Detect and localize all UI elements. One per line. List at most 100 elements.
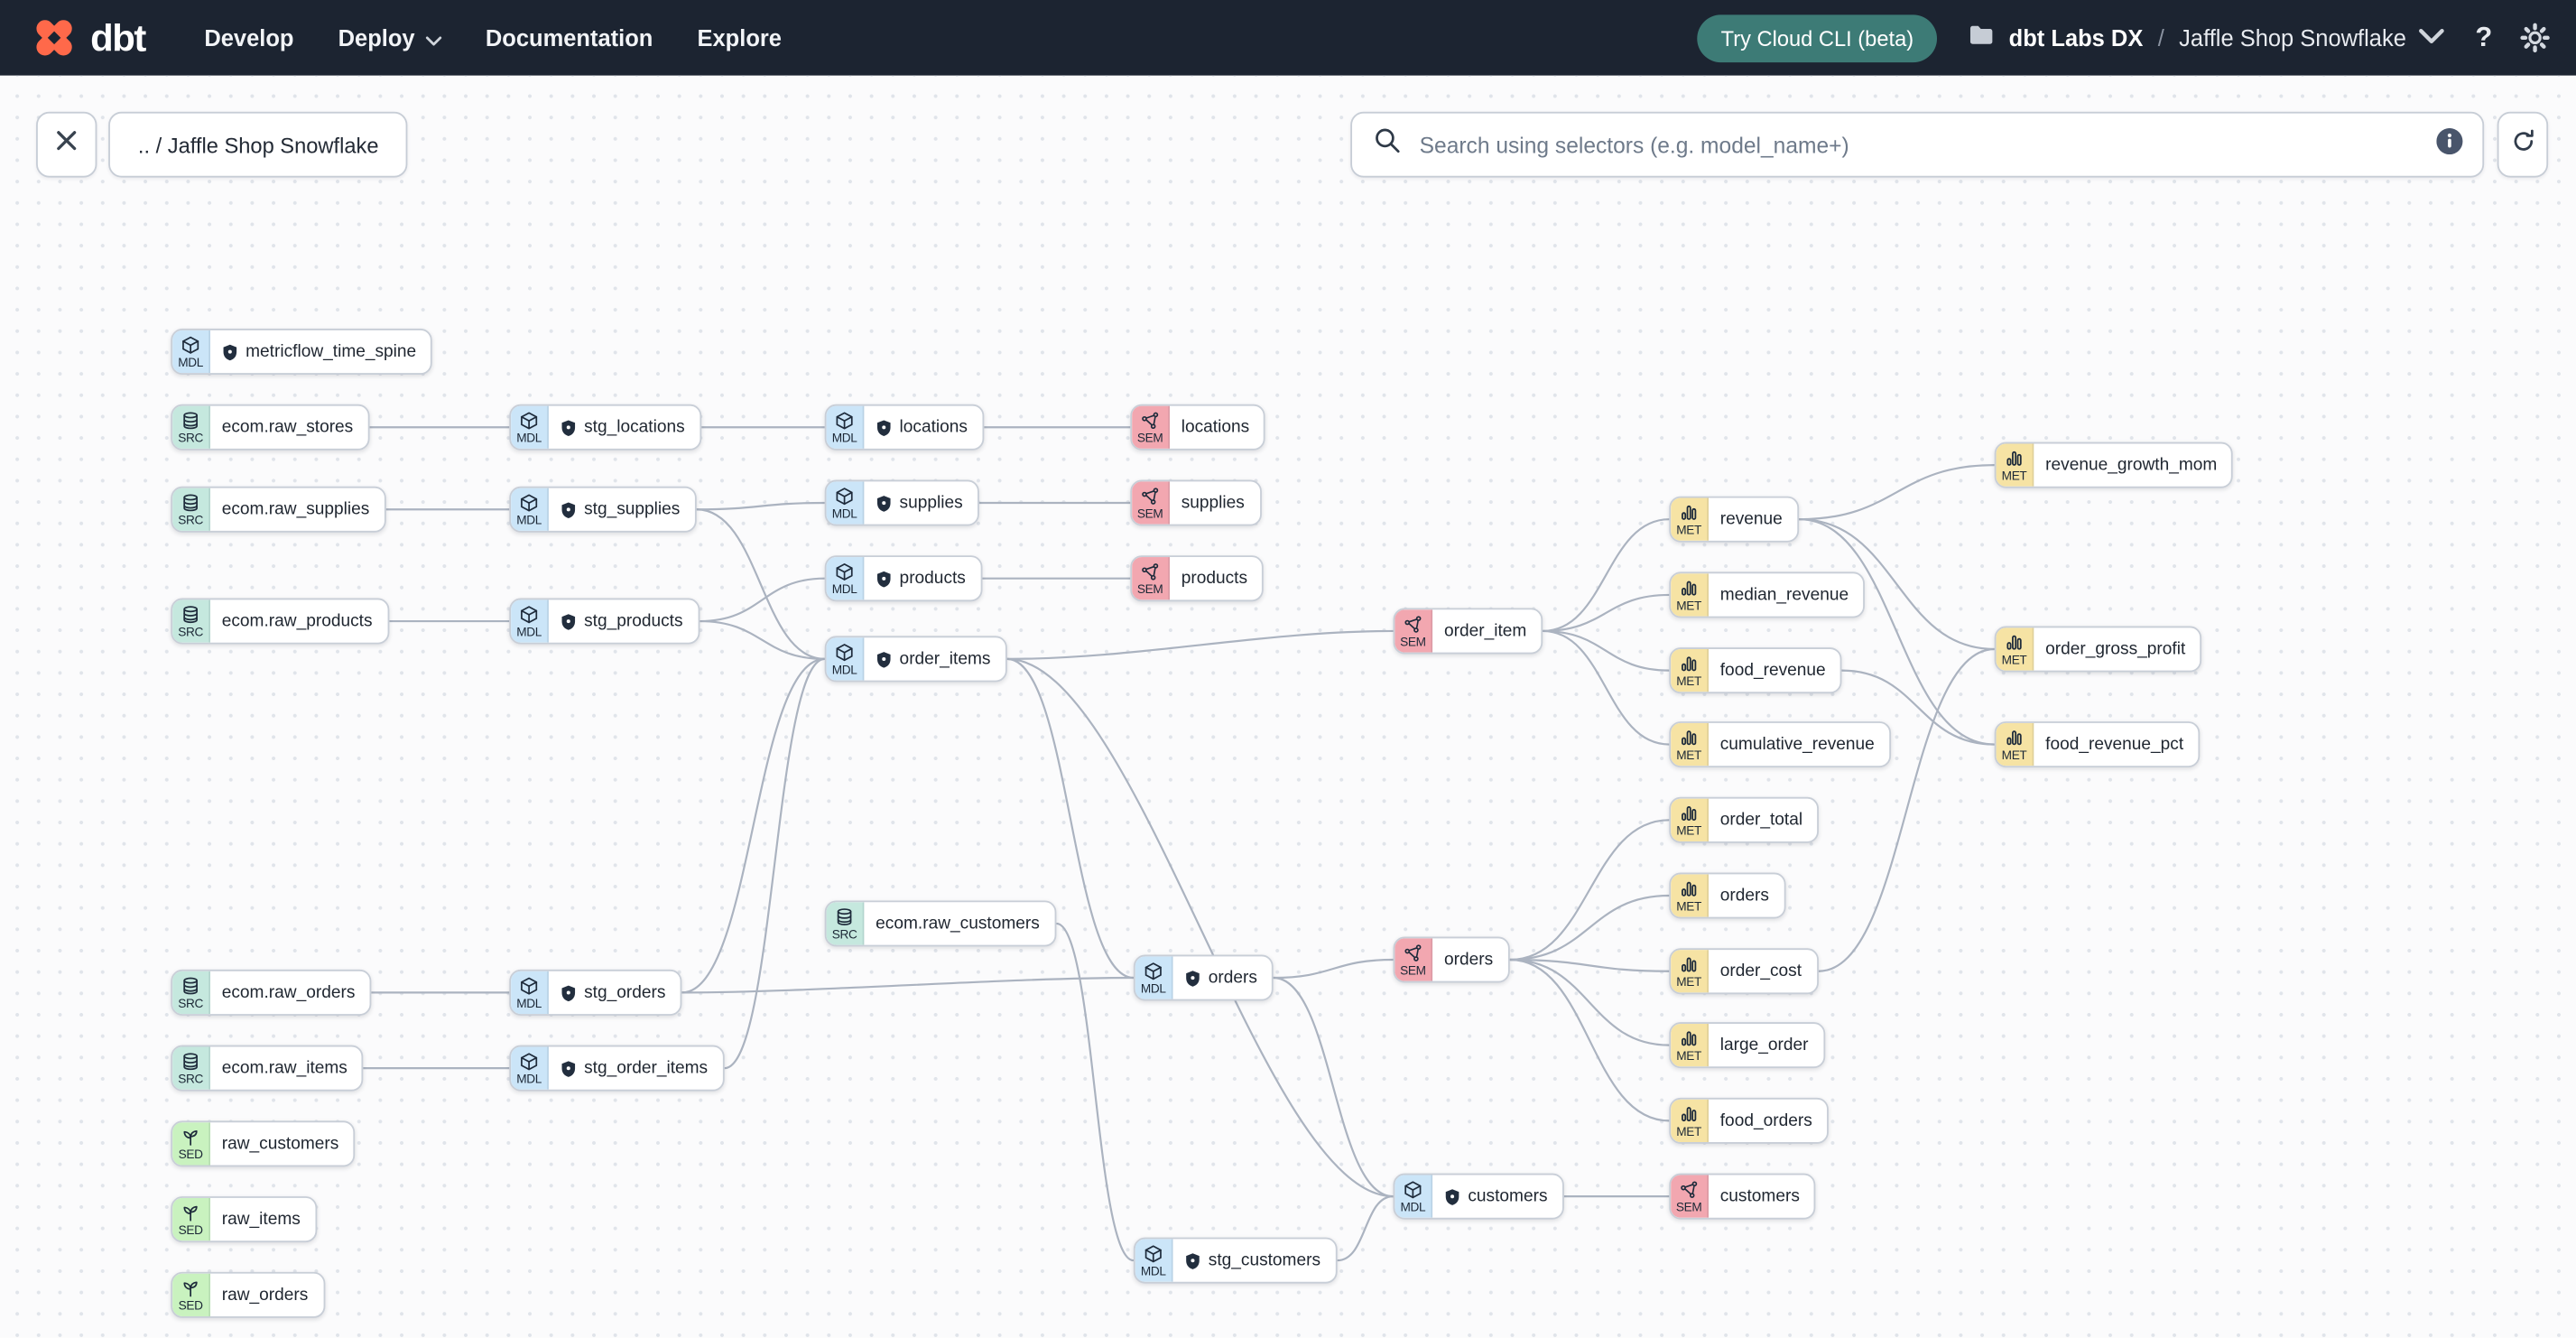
help-icon[interactable]: ? [2475, 22, 2492, 54]
semantic-model-icon: SEM [1671, 1175, 1710, 1218]
graph-node-mdl_stg_locations[interactable]: MDL stg_locations [509, 404, 701, 451]
graph-node-mdl_supplies[interactable]: MDL supplies [824, 479, 979, 526]
health-shield-icon [1184, 1251, 1200, 1269]
graph-node-met_orders[interactable]: MET orders [1669, 872, 1786, 919]
graph-node-met_order_gross_profit[interactable]: MET order_gross_profit [1994, 626, 2202, 673]
node-label: orders [1443, 950, 1494, 970]
node-label: order_total [1719, 810, 1803, 831]
close-lineage-button[interactable] [36, 111, 97, 178]
graph-node-met_revenue_growth_mom[interactable]: MET revenue_growth_mom [1994, 441, 2234, 488]
node-label: stg_products [584, 611, 683, 631]
model-cube-icon: MDL [511, 488, 549, 531]
metric-bars-icon: MET [1996, 722, 2034, 767]
graph-node-sed_raw_orders[interactable]: SED raw_orders [171, 1271, 325, 1318]
graph-node-sem_locations[interactable]: SEM locations [1130, 404, 1266, 451]
graph-node-mdl_order_items[interactable]: MDL order_items [824, 636, 1007, 683]
graph-node-src_raw_products[interactable]: SRC ecom.raw_products [171, 598, 389, 645]
graph-node-met_order_cost[interactable]: MET order_cost [1669, 948, 1819, 995]
graph-node-mdl_metricflow_time_spine[interactable]: MDL metricflow_time_spine [171, 329, 433, 376]
graph-node-mdl_locations[interactable]: MDL locations [824, 404, 985, 451]
model-cube-icon: MDL [826, 637, 865, 681]
health-shield-icon [561, 1059, 577, 1077]
metric-bars-icon: MET [1671, 648, 1710, 692]
metric-bars-icon: MET [1996, 627, 2034, 671]
node-label: median_revenue [1719, 584, 1849, 605]
node-label: ecom.raw_supplies [221, 499, 370, 520]
graph-node-met_median_revenue[interactable]: MET median_revenue [1669, 571, 1866, 618]
node-label: food_revenue [1719, 660, 1826, 681]
menu-item-develop[interactable]: Develop [204, 24, 293, 51]
graph-node-sem_products[interactable]: SEM products [1130, 555, 1265, 602]
graph-node-src_raw_stores[interactable]: SRC ecom.raw_stores [171, 404, 370, 451]
model-cube-icon: MDL [1135, 1239, 1173, 1282]
try-cloud-cli-button[interactable]: Try Cloud CLI (beta) [1698, 14, 1937, 62]
semantic-model-icon: SEM [1395, 938, 1433, 981]
graph-node-sem_supplies[interactable]: SEM supplies [1130, 479, 1262, 526]
dbt-logo[interactable]: dbt [30, 14, 146, 63]
semantic-model-icon: SEM [1132, 557, 1170, 600]
graph-node-met_food_revenue[interactable]: MET food_revenue [1669, 647, 1842, 694]
graph-node-met_cumulative_revenue[interactable]: MET cumulative_revenue [1669, 721, 1892, 768]
graph-node-src_raw_customers[interactable]: SRC ecom.raw_customers [824, 900, 1056, 947]
node-label: large_order [1719, 1035, 1809, 1055]
model-cube-icon: MDL [511, 405, 549, 449]
graph-node-sem_orders[interactable]: SEM orders [1393, 936, 1510, 983]
menu-item-documentation[interactable]: Documentation [486, 24, 653, 51]
graph-node-sed_raw_customers[interactable]: SED raw_customers [171, 1120, 356, 1167]
graph-node-met_order_total[interactable]: MET order_total [1669, 796, 1820, 843]
graph-node-met_large_order[interactable]: MET large_order [1669, 1022, 1825, 1069]
graph-node-met_revenue[interactable]: MET revenue [1669, 496, 1800, 543]
node-label: revenue_growth_mom [2045, 455, 2218, 476]
metric-bars-icon: MET [1671, 722, 1710, 767]
lineage-breadcrumb[interactable]: .. / Jaffle Shop Snowflake [108, 111, 409, 178]
source-database-icon: SRC [826, 902, 865, 945]
graph-node-mdl_products[interactable]: MDL products [824, 555, 983, 602]
graph-node-met_food_revenue_pct[interactable]: MET food_revenue_pct [1994, 721, 2201, 768]
metric-bars-icon: MET [1996, 443, 2034, 487]
health-shield-icon [1444, 1187, 1460, 1205]
node-label: locations [899, 417, 968, 438]
model-cube-icon: MDL [826, 557, 865, 600]
info-icon[interactable] [2436, 127, 2463, 162]
graph-node-sem_order_item[interactable]: SEM order_item [1393, 608, 1543, 655]
graph-node-mdl_stg_orders[interactable]: MDL stg_orders [509, 969, 682, 1016]
metric-bars-icon: MET [1671, 874, 1710, 917]
dbt-wordmark: dbt [90, 15, 146, 59]
node-label: ecom.raw_items [221, 1058, 347, 1079]
graph-node-src_raw_items[interactable]: SRC ecom.raw_items [171, 1045, 365, 1092]
menu-item-explore[interactable]: Explore [698, 24, 782, 51]
lineage-canvas[interactable]: MDL metricflow_time_spine SRC ecom.raw_stor… [0, 75, 2576, 1338]
selector-search [1350, 111, 2485, 178]
metric-bars-icon: MET [1671, 798, 1710, 841]
graph-node-src_raw_supplies[interactable]: SRC ecom.raw_supplies [171, 486, 386, 533]
graph-node-src_raw_orders[interactable]: SRC ecom.raw_orders [171, 969, 372, 1016]
source-database-icon: SRC [172, 1046, 210, 1090]
node-label: stg_supplies [584, 499, 681, 520]
model-cube-icon: MDL [172, 330, 210, 374]
node-label: ecom.raw_customers [876, 914, 1040, 934]
metric-bars-icon: MET [1671, 950, 1710, 993]
graph-node-mdl_orders[interactable]: MDL orders [1133, 954, 1274, 1001]
search-input[interactable] [1416, 130, 2422, 159]
node-label: stg_orders [584, 982, 666, 1003]
graph-node-sed_raw_items[interactable]: SED raw_items [171, 1196, 318, 1243]
search-icon [1374, 126, 1402, 163]
refresh-button[interactable] [2497, 111, 2549, 178]
graph-node-mdl_stg_order_items[interactable]: MDL stg_order_items [509, 1045, 725, 1092]
lineage-nodes-layer: MDL metricflow_time_spine SRC ecom.raw_stor… [0, 76, 2576, 1338]
graph-node-mdl_stg_supplies[interactable]: MDL stg_supplies [509, 486, 697, 533]
model-cube-icon: MDL [1135, 956, 1173, 999]
project-selector[interactable]: Jaffle Shop Snowflake [2179, 23, 2444, 54]
gear-icon[interactable] [2520, 23, 2550, 53]
account-name[interactable]: dbt Labs DX [2009, 24, 2144, 51]
node-label: ecom.raw_products [221, 611, 373, 631]
graph-node-mdl_stg_products[interactable]: MDL stg_products [509, 598, 700, 645]
health-shield-icon [876, 494, 892, 512]
graph-node-sem_customers[interactable]: SEM customers [1669, 1173, 1817, 1220]
node-label: customers [1719, 1186, 1800, 1207]
menu-item-deploy[interactable]: Deploy [338, 24, 441, 51]
graph-node-mdl_customers[interactable]: MDL customers [1393, 1173, 1564, 1220]
graph-node-mdl_stg_customers[interactable]: MDL stg_customers [1133, 1237, 1338, 1284]
top-navbar: dbt Develop Deploy Documentation Explore… [0, 0, 2576, 76]
graph-node-met_food_orders[interactable]: MET food_orders [1669, 1097, 1829, 1144]
